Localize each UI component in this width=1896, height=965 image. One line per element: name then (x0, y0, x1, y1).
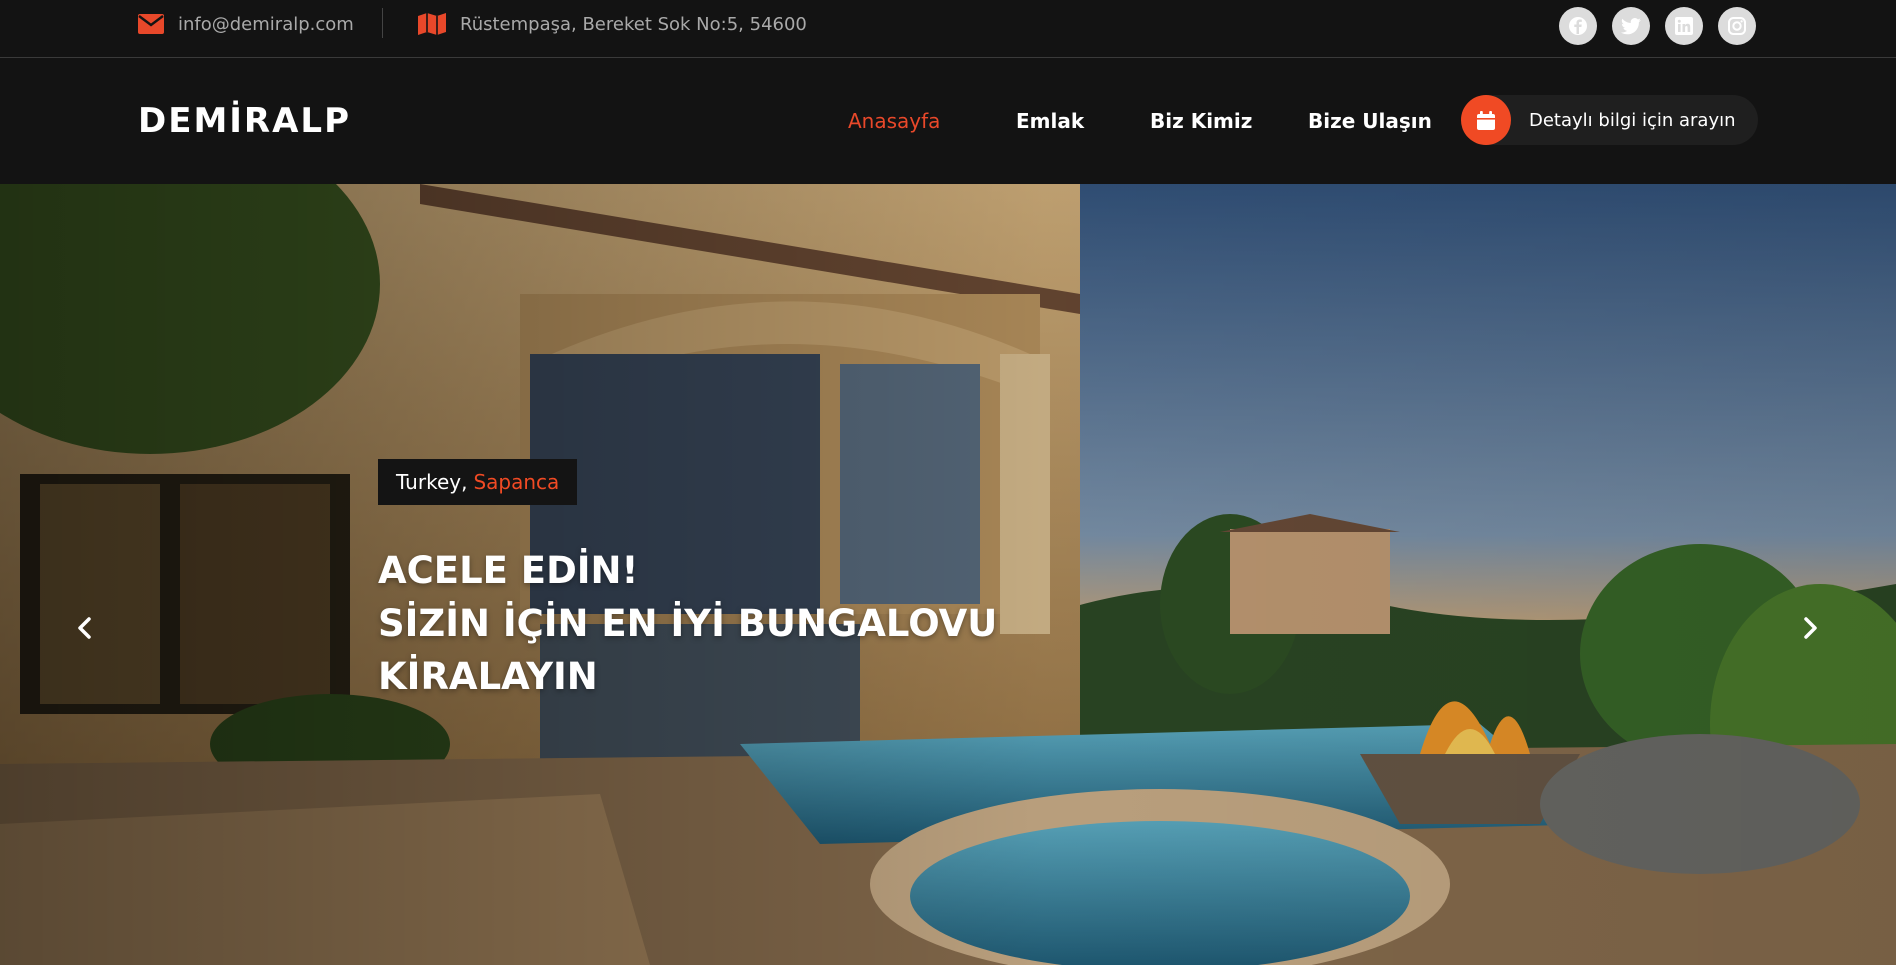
divider (382, 8, 383, 38)
hero-slider: Turkey, Sapanca ACELE EDİN! SİZİN İÇİN E… (0, 184, 1896, 965)
hero-title: ACELE EDİN! SİZİN İÇİN EN İYİ BUNGALOVU … (378, 544, 998, 703)
nav-item-home[interactable]: Anasayfa (848, 109, 940, 133)
email-text: info@demiralp.com (178, 13, 354, 35)
envelope-icon (138, 14, 164, 34)
location-badge: Turkey, Sapanca (378, 459, 578, 505)
twitter-icon (1621, 17, 1641, 34)
call-for-info-button[interactable]: Detaylı bilgi için arayın (1461, 95, 1758, 145)
contact-address[interactable]: Rüstempaşa, Bereket Sok No:5, 54600 (418, 0, 807, 48)
address-text: Rüstempaşa, Bereket Sok No:5, 54600 (460, 13, 807, 35)
instagram-link[interactable] (1718, 7, 1756, 45)
hero-title-line: ACELE EDİN! (378, 549, 639, 592)
main-header: DEMİRALP Anasayfa Emlak Biz Kimiz Bize U… (0, 59, 1896, 184)
location-country: Turkey, (396, 470, 468, 494)
map-icon (418, 13, 446, 35)
hero-title-line: KİRALAYIN (378, 655, 598, 698)
nav-item-properties[interactable]: Emlak (1016, 109, 1084, 133)
linkedin-icon (1675, 17, 1693, 35)
contact-email[interactable]: info@demiralp.com (138, 0, 354, 48)
cta-label: Detaylı bilgi için arayın (1529, 109, 1736, 131)
instagram-icon (1728, 17, 1746, 35)
facebook-icon (1569, 17, 1587, 35)
social-links (1559, 7, 1756, 45)
top-bar: info@demiralp.com Rüstempaşa, Bereket So… (0, 0, 1896, 58)
chevron-left-icon (78, 617, 91, 639)
nav-item-contact[interactable]: Bize Ulaşın (1308, 109, 1432, 133)
linkedin-link[interactable] (1665, 7, 1703, 45)
chevron-right-icon (1804, 617, 1817, 639)
nav-item-about[interactable]: Biz Kimiz (1150, 109, 1252, 133)
facebook-link[interactable] (1559, 7, 1597, 45)
hero-title-line: SİZİN İÇİN EN İYİ BUNGALOVU (378, 602, 998, 645)
slider-prev-button[interactable] (64, 608, 104, 648)
site-logo[interactable]: DEMİRALP (138, 101, 351, 141)
slider-next-button[interactable] (1791, 608, 1831, 648)
location-city: Sapanca (473, 470, 560, 494)
calendar-icon (1461, 95, 1511, 145)
twitter-link[interactable] (1612, 7, 1650, 45)
